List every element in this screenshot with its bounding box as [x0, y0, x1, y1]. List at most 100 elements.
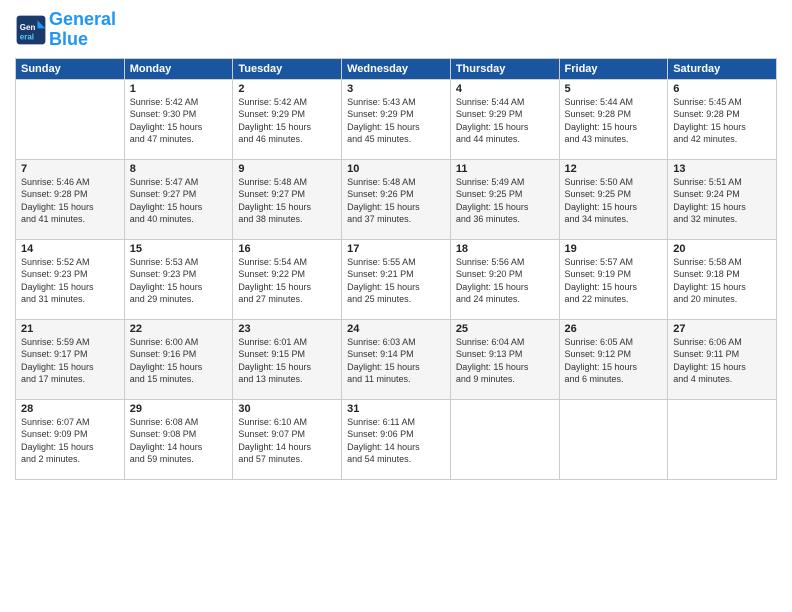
day-info: Sunrise: 5:53 AM Sunset: 9:23 PM Dayligh…	[130, 256, 228, 306]
day-number: 14	[21, 243, 119, 255]
logo-name: General Blue	[49, 10, 116, 50]
day-number: 12	[565, 163, 663, 175]
day-number: 5	[565, 83, 663, 95]
week-row-3: 14Sunrise: 5:52 AM Sunset: 9:23 PM Dayli…	[16, 239, 777, 319]
day-cell: 14Sunrise: 5:52 AM Sunset: 9:23 PM Dayli…	[16, 239, 125, 319]
header-sunday: Sunday	[16, 58, 125, 79]
day-cell: 6Sunrise: 5:45 AM Sunset: 9:28 PM Daylig…	[668, 79, 777, 159]
day-number: 4	[456, 83, 554, 95]
day-number: 21	[21, 323, 119, 335]
day-number: 16	[238, 243, 336, 255]
day-number: 1	[130, 83, 228, 95]
day-number: 2	[238, 83, 336, 95]
day-info: Sunrise: 5:44 AM Sunset: 9:29 PM Dayligh…	[456, 96, 554, 146]
day-info: Sunrise: 6:01 AM Sunset: 9:15 PM Dayligh…	[238, 336, 336, 386]
day-cell: 24Sunrise: 6:03 AM Sunset: 9:14 PM Dayli…	[342, 319, 451, 399]
day-cell: 18Sunrise: 5:56 AM Sunset: 9:20 PM Dayli…	[450, 239, 559, 319]
day-number: 25	[456, 323, 554, 335]
day-number: 26	[565, 323, 663, 335]
day-number: 28	[21, 403, 119, 415]
day-cell: 13Sunrise: 5:51 AM Sunset: 9:24 PM Dayli…	[668, 159, 777, 239]
week-row-1: 1Sunrise: 5:42 AM Sunset: 9:30 PM Daylig…	[16, 79, 777, 159]
day-info: Sunrise: 5:51 AM Sunset: 9:24 PM Dayligh…	[673, 176, 771, 226]
day-number: 30	[238, 403, 336, 415]
day-number: 24	[347, 323, 445, 335]
day-number: 29	[130, 403, 228, 415]
day-cell: 15Sunrise: 5:53 AM Sunset: 9:23 PM Dayli…	[124, 239, 233, 319]
header-thursday: Thursday	[450, 58, 559, 79]
day-info: Sunrise: 6:11 AM Sunset: 9:06 PM Dayligh…	[347, 416, 445, 466]
day-number: 7	[21, 163, 119, 175]
logo-icon: Gen eral	[15, 14, 47, 46]
day-info: Sunrise: 5:42 AM Sunset: 9:29 PM Dayligh…	[238, 96, 336, 146]
day-cell	[668, 399, 777, 479]
day-cell: 25Sunrise: 6:04 AM Sunset: 9:13 PM Dayli…	[450, 319, 559, 399]
day-cell: 1Sunrise: 5:42 AM Sunset: 9:30 PM Daylig…	[124, 79, 233, 159]
day-info: Sunrise: 5:43 AM Sunset: 9:29 PM Dayligh…	[347, 96, 445, 146]
svg-text:eral: eral	[20, 32, 34, 41]
day-cell	[16, 79, 125, 159]
day-info: Sunrise: 5:54 AM Sunset: 9:22 PM Dayligh…	[238, 256, 336, 306]
day-cell: 28Sunrise: 6:07 AM Sunset: 9:09 PM Dayli…	[16, 399, 125, 479]
day-info: Sunrise: 5:47 AM Sunset: 9:27 PM Dayligh…	[130, 176, 228, 226]
day-number: 15	[130, 243, 228, 255]
day-number: 3	[347, 83, 445, 95]
day-info: Sunrise: 6:10 AM Sunset: 9:07 PM Dayligh…	[238, 416, 336, 466]
day-cell: 10Sunrise: 5:48 AM Sunset: 9:26 PM Dayli…	[342, 159, 451, 239]
day-number: 19	[565, 243, 663, 255]
day-number: 11	[456, 163, 554, 175]
day-info: Sunrise: 5:48 AM Sunset: 9:26 PM Dayligh…	[347, 176, 445, 226]
day-cell: 3Sunrise: 5:43 AM Sunset: 9:29 PM Daylig…	[342, 79, 451, 159]
day-info: Sunrise: 6:05 AM Sunset: 9:12 PM Dayligh…	[565, 336, 663, 386]
day-cell	[559, 399, 668, 479]
day-cell: 23Sunrise: 6:01 AM Sunset: 9:15 PM Dayli…	[233, 319, 342, 399]
page: Gen eral General Blue SundayMondayTuesda…	[0, 0, 792, 612]
day-info: Sunrise: 5:59 AM Sunset: 9:17 PM Dayligh…	[21, 336, 119, 386]
day-info: Sunrise: 6:08 AM Sunset: 9:08 PM Dayligh…	[130, 416, 228, 466]
day-info: Sunrise: 5:52 AM Sunset: 9:23 PM Dayligh…	[21, 256, 119, 306]
day-info: Sunrise: 6:00 AM Sunset: 9:16 PM Dayligh…	[130, 336, 228, 386]
day-cell: 19Sunrise: 5:57 AM Sunset: 9:19 PM Dayli…	[559, 239, 668, 319]
header-monday: Monday	[124, 58, 233, 79]
day-number: 6	[673, 83, 771, 95]
header-row: SundayMondayTuesdayWednesdayThursdayFrid…	[16, 58, 777, 79]
day-cell: 11Sunrise: 5:49 AM Sunset: 9:25 PM Dayli…	[450, 159, 559, 239]
header-wednesday: Wednesday	[342, 58, 451, 79]
header-saturday: Saturday	[668, 58, 777, 79]
day-info: Sunrise: 5:49 AM Sunset: 9:25 PM Dayligh…	[456, 176, 554, 226]
day-info: Sunrise: 5:46 AM Sunset: 9:28 PM Dayligh…	[21, 176, 119, 226]
calendar-table: SundayMondayTuesdayWednesdayThursdayFrid…	[15, 58, 777, 480]
day-cell	[450, 399, 559, 479]
day-cell: 2Sunrise: 5:42 AM Sunset: 9:29 PM Daylig…	[233, 79, 342, 159]
day-info: Sunrise: 5:45 AM Sunset: 9:28 PM Dayligh…	[673, 96, 771, 146]
day-info: Sunrise: 5:42 AM Sunset: 9:30 PM Dayligh…	[130, 96, 228, 146]
day-cell: 21Sunrise: 5:59 AM Sunset: 9:17 PM Dayli…	[16, 319, 125, 399]
day-info: Sunrise: 6:07 AM Sunset: 9:09 PM Dayligh…	[21, 416, 119, 466]
day-info: Sunrise: 5:44 AM Sunset: 9:28 PM Dayligh…	[565, 96, 663, 146]
day-cell: 9Sunrise: 5:48 AM Sunset: 9:27 PM Daylig…	[233, 159, 342, 239]
day-cell: 27Sunrise: 6:06 AM Sunset: 9:11 PM Dayli…	[668, 319, 777, 399]
day-number: 10	[347, 163, 445, 175]
day-info: Sunrise: 5:48 AM Sunset: 9:27 PM Dayligh…	[238, 176, 336, 226]
svg-text:Gen: Gen	[20, 23, 36, 32]
day-cell: 29Sunrise: 6:08 AM Sunset: 9:08 PM Dayli…	[124, 399, 233, 479]
day-info: Sunrise: 5:56 AM Sunset: 9:20 PM Dayligh…	[456, 256, 554, 306]
day-info: Sunrise: 5:58 AM Sunset: 9:18 PM Dayligh…	[673, 256, 771, 306]
day-info: Sunrise: 6:06 AM Sunset: 9:11 PM Dayligh…	[673, 336, 771, 386]
day-number: 27	[673, 323, 771, 335]
week-row-2: 7Sunrise: 5:46 AM Sunset: 9:28 PM Daylig…	[16, 159, 777, 239]
day-info: Sunrise: 6:03 AM Sunset: 9:14 PM Dayligh…	[347, 336, 445, 386]
day-cell: 16Sunrise: 5:54 AM Sunset: 9:22 PM Dayli…	[233, 239, 342, 319]
header: Gen eral General Blue	[15, 10, 777, 50]
day-cell: 7Sunrise: 5:46 AM Sunset: 9:28 PM Daylig…	[16, 159, 125, 239]
day-cell: 22Sunrise: 6:00 AM Sunset: 9:16 PM Dayli…	[124, 319, 233, 399]
day-cell: 5Sunrise: 5:44 AM Sunset: 9:28 PM Daylig…	[559, 79, 668, 159]
week-row-4: 21Sunrise: 5:59 AM Sunset: 9:17 PM Dayli…	[16, 319, 777, 399]
day-number: 23	[238, 323, 336, 335]
day-cell: 20Sunrise: 5:58 AM Sunset: 9:18 PM Dayli…	[668, 239, 777, 319]
day-cell: 26Sunrise: 6:05 AM Sunset: 9:12 PM Dayli…	[559, 319, 668, 399]
logo: Gen eral General Blue	[15, 10, 116, 50]
day-cell: 8Sunrise: 5:47 AM Sunset: 9:27 PM Daylig…	[124, 159, 233, 239]
day-number: 18	[456, 243, 554, 255]
day-info: Sunrise: 6:04 AM Sunset: 9:13 PM Dayligh…	[456, 336, 554, 386]
